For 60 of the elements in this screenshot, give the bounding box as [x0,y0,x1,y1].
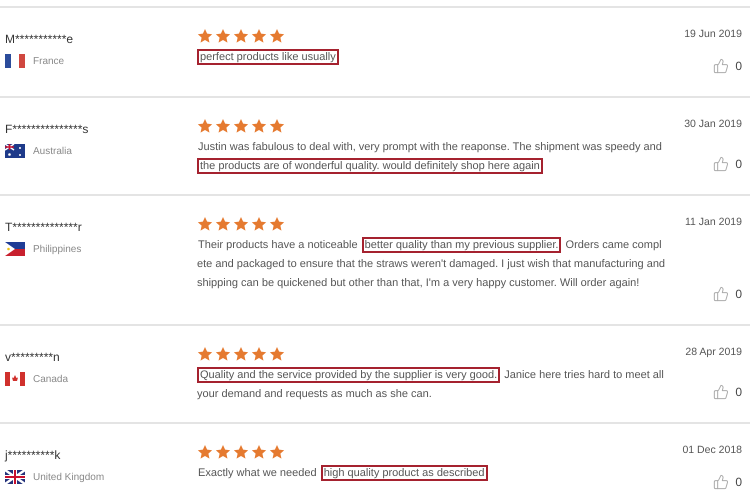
star-icon [197,346,213,362]
star-icon [251,346,267,362]
review-date: 19 Jun 2019 [684,28,742,40]
thumbs-up-icon[interactable] [713,384,730,400]
star-icon [251,118,267,134]
reviewer-name: M***********e [5,32,74,46]
star-icon [269,216,285,232]
reviewer-name: v*********n [5,350,61,364]
star-icon [197,28,213,44]
country-name: France [33,56,64,66]
flag-icon [5,144,25,158]
review-date: 30 Jan 2019 [684,118,742,130]
star-icon [215,28,231,44]
star-icon [233,444,249,460]
review-date: 01 Dec 2018 [682,444,742,456]
star-icon [233,346,249,362]
review-text: Their products have a noticeable better quality than my previous supplier. Orders came complete and packaged to ensure that the straws weren't damaged. I just wish that manufacturing and shipping can be quickened but other than that, I'm a very happy customer. Will order again! [197,236,666,291]
review-text: perfect products like usually [197,48,667,67]
star-icon [197,118,213,134]
star-icon [251,444,267,460]
country-name: Canada [33,374,68,384]
like-count: 0 [735,287,742,301]
star-icon [197,444,213,460]
flag-icon [5,470,25,484]
reviewer-name: T**************r [5,220,83,234]
review-text: Justin was fabulous to deal with, very prompt with the reaponse. The shipment was speedy and the products are of wonderful quality. would definitely shop here again [197,140,663,176]
like-count: 0 [735,475,742,489]
reviewer-name: j**********k [5,448,62,462]
star-icon [269,118,285,134]
review-text: Quality and the service provided by the supplier is very good. Janice here tries hard to meet all your demand and requests as much as she can. [197,366,665,402]
flag-icon [5,242,25,256]
country-name: Philippines [33,244,82,254]
star-icon [233,216,249,232]
like-count: 0 [735,157,742,171]
review-text: Exactly what we needed high quality product as described [197,464,667,483]
star-icon [215,346,231,362]
star-icon [215,118,231,134]
thumbs-up-icon[interactable] [713,58,730,74]
thumbs-up-icon[interactable] [713,156,730,172]
thumbs-up-icon[interactable] [713,286,730,302]
thumbs-up-icon[interactable] [713,474,730,490]
star-icon [251,216,267,232]
star-icon [269,346,285,362]
reviewer-name: F***************s [5,122,90,136]
star-icon [233,118,249,134]
review-date: 11 Jan 2019 [684,216,742,228]
flag-icon [5,372,25,386]
country-name: Australia [33,146,72,156]
like-count: 0 [735,385,742,399]
star-icon [233,28,249,44]
star-icon [215,216,231,232]
country-name: United Kingdom [33,472,104,482]
star-icon [197,216,213,232]
like-count: 0 [735,59,742,73]
star-icon [251,28,267,44]
review-date: 28 Apr 2019 [685,346,742,358]
flag-icon [5,54,25,68]
star-icon [269,444,285,460]
star-icon [215,444,231,460]
star-icon [269,28,285,44]
